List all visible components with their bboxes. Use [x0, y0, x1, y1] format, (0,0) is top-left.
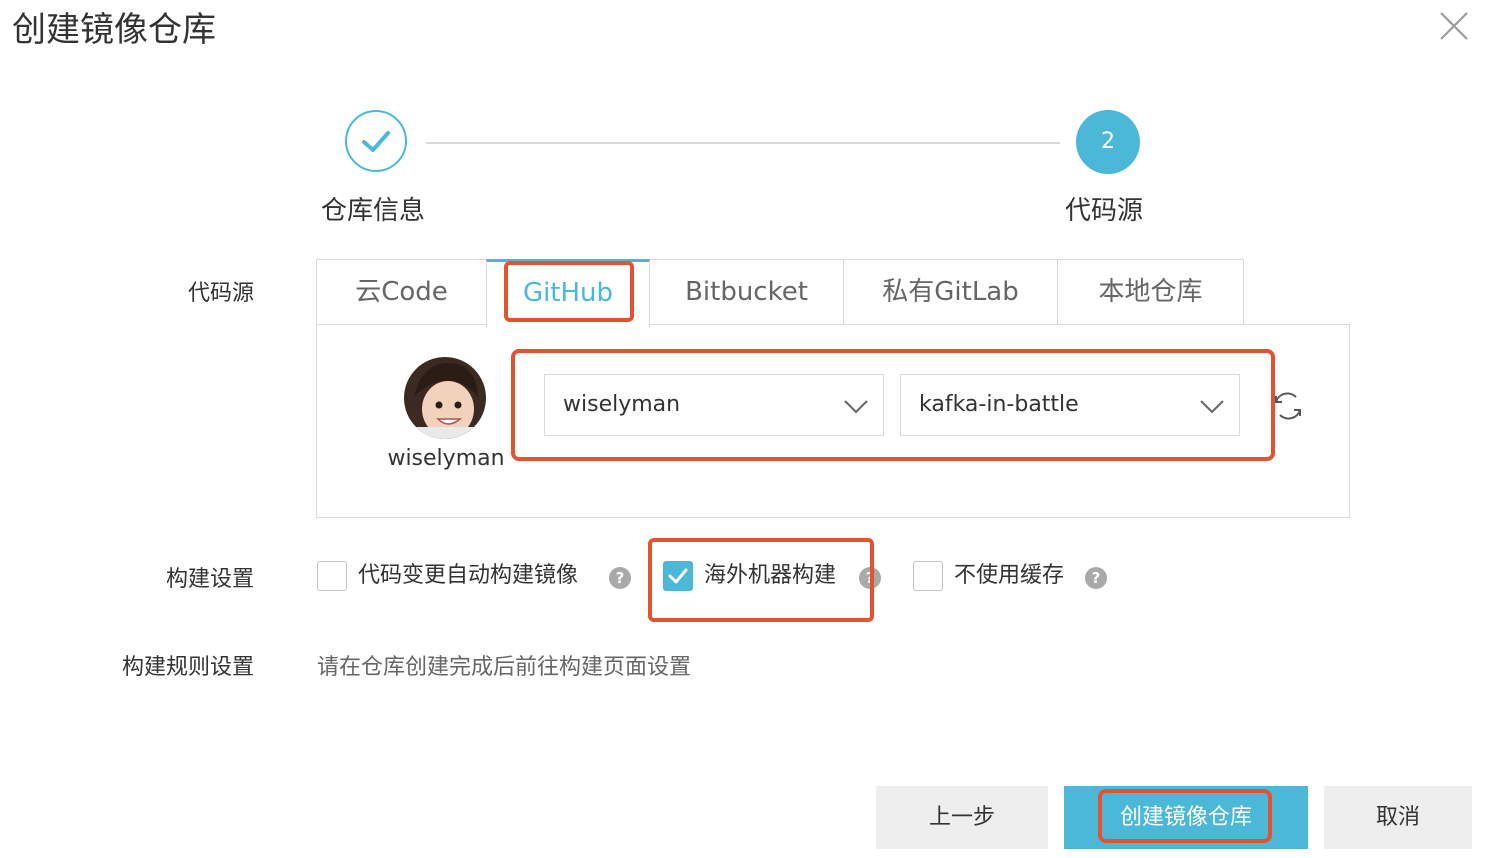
steps-connector [426, 142, 1060, 144]
build-rules-label: 构建规则设置 [121, 655, 254, 680]
tab-yuncode[interactable]: 云Code [316, 259, 487, 325]
step-2-label: 代码源 [1065, 196, 1144, 226]
build-rules-text: 请在仓库创建完成后前往构建页面设置 [317, 655, 692, 680]
overseas-build-highlight [648, 538, 874, 622]
refresh-icon[interactable] [1270, 388, 1306, 424]
avatar [404, 357, 486, 439]
dialog-title: 创建镜像仓库 [12, 10, 216, 50]
close-icon[interactable] [1438, 10, 1470, 42]
step-1-label: 仓库信息 [321, 196, 426, 226]
help-icon[interactable]: ? [609, 567, 631, 589]
help-icon[interactable]: ? [1085, 567, 1107, 589]
tab-private-gitlab[interactable]: 私有GitLab [843, 259, 1058, 325]
tab-bitbucket[interactable]: Bitbucket [649, 259, 844, 325]
step-2-indicator: 2 [1076, 110, 1140, 174]
create-button-highlight [1098, 789, 1272, 843]
step-1-indicator [345, 110, 407, 172]
no-cache-label: 不使用缓存 [954, 563, 1065, 588]
no-cache-checkbox[interactable] [913, 561, 943, 591]
tab-local-repo[interactable]: 本地仓库 [1057, 259, 1244, 325]
user-name: wiselyman [387, 446, 505, 471]
build-settings-label: 构建设置 [165, 567, 254, 592]
cancel-button[interactable]: 取消 [1324, 786, 1472, 849]
auto-build-label: 代码变更自动构建镜像 [358, 563, 579, 588]
auto-build-checkbox[interactable] [317, 561, 347, 591]
check-icon [362, 131, 390, 152]
prev-step-button[interactable]: 上一步 [876, 786, 1048, 849]
github-tab-highlight [504, 261, 634, 322]
source-label: 代码源 [187, 281, 254, 306]
select-highlight [511, 349, 1275, 461]
